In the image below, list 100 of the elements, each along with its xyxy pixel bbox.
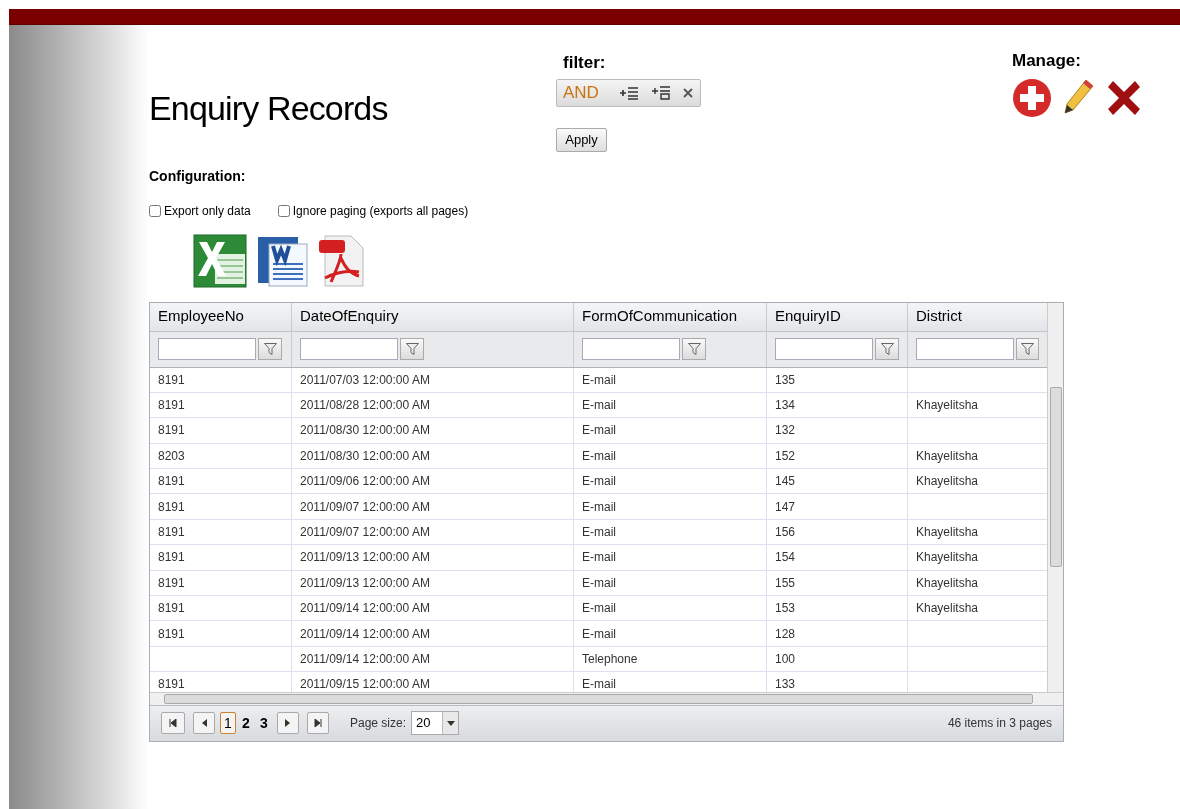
filter-button[interactable] [1016,338,1039,360]
filter-button[interactable] [682,338,706,360]
left-arrow-icon [201,719,207,727]
table-cell-text: 2011/09/14 12:00:00 AM [300,651,430,668]
table-cell-text: Khayelitsha [916,447,979,465]
table-cell-text: 8191 [158,574,185,592]
table-cell-text: 2011/09/06 12:00:00 AM [300,473,430,491]
table-cell-text: E-mail [582,600,616,618]
table-cell-text: 2011/09/07 12:00:00 AM [300,524,430,542]
table-cell-text: 156 [775,524,796,542]
pdf-icon[interactable] [317,233,367,288]
previous-page-button[interactable] [193,712,215,734]
filter-field[interactable] [158,338,256,360]
table-cell-text: Khayelitsha [916,600,979,618]
table-cell-text: 128 [775,625,796,643]
table-cell-text: 2011/08/28 12:00:00 AM [300,397,430,415]
filter-button[interactable] [258,338,282,360]
apply-button[interactable]: Apply [556,127,607,152]
close-icon[interactable] [683,87,693,98]
table-cell-text: 2011/09/13 12:00:00 AM [300,574,430,592]
filter-field[interactable] [300,338,398,360]
table-cell-text: 2011/08/30 12:00:00 AM [300,447,430,465]
page-link[interactable]: 2 [238,712,254,734]
first-page-button[interactable] [161,712,185,734]
checkbox[interactable] [277,204,290,217]
table-cell-text: E-mail [582,676,616,692]
column-header[interactable]: FormOfCommunication [574,302,767,331]
table-cell-text: 2011/09/14 12:00:00 AM [300,600,430,618]
filter-field[interactable] [775,338,873,360]
excel-icon[interactable] [193,233,249,288]
table-cell-text: 134 [775,397,796,415]
table-cell-text: Khayelitsha [916,574,979,592]
table-cell-text: 8191 [158,422,185,440]
horizontal-scrollbar[interactable] [150,691,1063,705]
caret-icon [446,720,455,726]
add-group-icon[interactable] [651,85,671,100]
table-cell-text: Khayelitsha [916,549,979,567]
table-cell-text: 100 [775,651,796,668]
table-cell-text: 8191 [158,524,185,542]
last-page-button[interactable] [307,712,329,734]
configuration-label: Configuration: [149,166,247,186]
column-header[interactable]: EnquiryID [767,302,908,331]
table-cell-text: 8191 [158,625,185,643]
table-cell-text: 2011/09/13 12:00:00 AM [300,549,430,567]
table-cell-text: E-mail [582,574,616,592]
table-cell-text: 147 [775,498,796,516]
table-cell-text: 133 [775,676,796,692]
page-link[interactable]: 3 [256,712,272,734]
table-cell-text: 135 [775,371,796,389]
table-cell-text: 2011/09/15 12:00:00 AM [300,676,430,692]
table-cell-text: 145 [775,473,796,491]
table-cell-text: E-mail [582,524,616,542]
paging-summary: 46 items in 3 pages [947,715,1052,732]
table-cell-text: 8191 [158,600,185,618]
checkbox[interactable] [149,204,161,217]
column-header[interactable]: DateOfEnquiry [292,302,574,331]
table-cell-text: E-mail [582,422,616,440]
funnel-icon [1021,343,1034,355]
table-cell-text: 153 [775,600,796,618]
filter-button[interactable] [400,338,424,360]
table-cell-text: 152 [775,447,796,465]
filter-field[interactable] [916,338,1014,360]
table-cell-text: E-mail [582,371,616,389]
table-cell-text: Khayelitsha [916,524,979,542]
table-cell-text: E-mail [582,625,616,643]
table-cell-text: E-mail [582,397,616,415]
vertical-scrollbar[interactable] [1047,302,1063,692]
checkbox-label: Ignore paging (exports all pages) [292,202,469,220]
table-cell-text: Khayelitsha [916,397,979,415]
add-icon[interactable] [1012,77,1052,118]
page-size-dropdown[interactable]: 20 [411,711,460,735]
filter-field[interactable] [582,338,680,360]
filter-button[interactable] [875,338,899,360]
page-size-label: Page size: [350,715,407,732]
table-cell-text: 8191 [158,498,185,516]
funnel-icon [263,343,277,355]
table-cell-text: E-mail [582,447,616,465]
page-link[interactable]: 1 [220,712,236,734]
right-arrow-icon [285,719,291,727]
manage-label: Manage: [1012,50,1082,72]
table-cell-text: 2011/09/14 12:00:00 AM [300,625,430,643]
add-condition-icon[interactable] [619,85,639,100]
table-cell-text: 2011/09/07 12:00:00 AM [300,498,430,516]
table-cell-text: Khayelitsha [916,473,979,491]
funnel-icon [687,343,701,355]
table-cell-text: 8191 [158,676,185,692]
table-cell-text: 2011/08/30 12:00:00 AM [300,422,430,440]
table-cell-text: 8191 [158,371,185,389]
table-cell-text: 8191 [158,397,185,415]
funnel-icon [880,343,894,355]
table-cell-text: 132 [775,422,796,440]
checkbox-label: Export only data [164,202,251,220]
funnel-icon [405,343,419,355]
last-page-icon [314,719,322,727]
table-cell-text: 155 [775,574,796,592]
column-header[interactable]: EmployeeNo [150,302,292,331]
first-page-icon [169,719,177,727]
next-page-button[interactable] [277,712,299,734]
table-cell-text: E-mail [582,498,616,516]
table-cell-text: E-mail [582,473,616,491]
